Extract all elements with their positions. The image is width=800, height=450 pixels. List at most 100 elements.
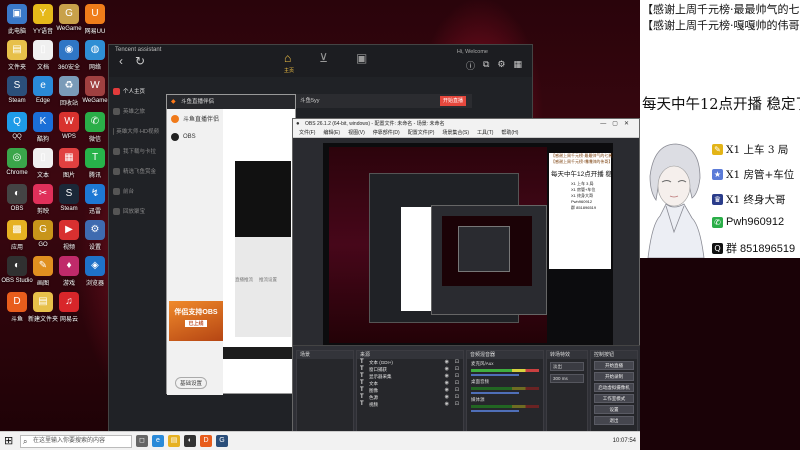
back-arrow-icon[interactable]: ‹: [119, 54, 123, 68]
transition-duration-input[interactable]: 300 ms: [550, 374, 584, 383]
visibility-eye-icon[interactable]: ◉: [445, 401, 449, 408]
download-icon[interactable]: ⊻: [319, 51, 328, 65]
taskbar-app-icon[interactable]: ▤: [168, 435, 180, 447]
desktop-icon[interactable]: ▯ 文本: [30, 148, 56, 182]
lock-icon[interactable]: ⊡: [455, 373, 459, 380]
desktop-icon[interactable]: ♻ 回收站: [56, 76, 82, 110]
obs-menu-item[interactable]: 帮助(H): [501, 129, 518, 137]
taskbar-app-icon[interactable]: D: [200, 435, 212, 447]
desktop-icon[interactable]: Y YY语音: [30, 4, 56, 38]
mixer-channel[interactable]: 媒体源: [467, 395, 543, 413]
desktop-icon[interactable]: ◈ 浏览器: [82, 256, 108, 290]
desktop-icon[interactable]: e Edge: [30, 76, 56, 110]
home-icon[interactable]: ⌂: [284, 51, 291, 65]
source-row[interactable]: T 视频 ◉ ⊡: [357, 401, 463, 408]
desktop-icon[interactable]: ▩ 应用: [4, 220, 30, 254]
volume-slider[interactable]: [471, 410, 519, 412]
taskbar-app-icon[interactable]: ◐: [184, 435, 196, 447]
start-live-button[interactable]: 开始直播: [439, 96, 466, 106]
audio-mixer-dock[interactable]: 音频混音器 麦克风/Aux 桌面音频 媒体源: [466, 350, 544, 432]
source-row[interactable]: T 文本 ◉ ⊡: [357, 380, 463, 387]
obs-menu-item[interactable]: 场景集合(S): [442, 129, 469, 137]
desktop-icon[interactable]: U 网易UU: [82, 4, 108, 38]
desktop-icon[interactable]: S Steam: [4, 76, 30, 110]
lock-icon[interactable]: ⊡: [455, 394, 459, 401]
desktop-icon[interactable]: ◐ OBS Studio: [1, 256, 33, 290]
tencent-sidebar-item[interactable]: 精选飞鱼赏金: [109, 161, 163, 181]
window-controls[interactable]: —▢✕: [600, 119, 635, 129]
desktop-icon[interactable]: Q QQ: [4, 112, 30, 146]
volume-slider[interactable]: [471, 392, 519, 394]
tencent-sidebar-item[interactable]: 个人主页: [109, 81, 163, 101]
desktop-icon[interactable]: W WeGame: [82, 76, 108, 110]
obs-menu-item[interactable]: 停靠部件(D): [373, 129, 400, 137]
desktop-icon[interactable]: ♫ 网易云: [56, 292, 82, 326]
obs-window[interactable]: OBS 26.1.2 (64-bit, windows) - 配置文件: 未命名…: [292, 118, 641, 441]
desktop-icon[interactable]: ✆ 微信: [82, 112, 108, 146]
visibility-eye-icon[interactable]: ◉: [445, 366, 449, 373]
settings-icon[interactable]: ⚙: [497, 59, 505, 72]
transitions-dock[interactable]: 转场特效 淡出 300 ms: [546, 350, 588, 432]
basic-settings-button[interactable]: 基础设置: [175, 377, 208, 389]
lock-icon[interactable]: ⊡: [455, 359, 459, 366]
source-row[interactable]: T 文本 (GDI+) ◉ ⊡: [357, 359, 463, 366]
tencent-sidebar-item[interactable]: 回放聚宝: [109, 201, 163, 221]
lock-icon[interactable]: ⊡: [455, 366, 459, 373]
taskbar-search-input[interactable]: 在这里输入你要搜索的内容: [20, 434, 132, 448]
push-link[interactable]: 直播推流: [235, 277, 253, 283]
controls-dock[interactable]: 控制按钮 开始直播 开始录制 启动虚拟摄像机 工作室模式 设置 退出: [590, 350, 638, 432]
desktop-icon[interactable]: G GO: [30, 220, 56, 254]
obs-control-button[interactable]: 退出: [594, 416, 634, 425]
desktop-icon[interactable]: W WPS: [56, 112, 82, 146]
desktop-icon[interactable]: ▤ 新建文件夹: [28, 292, 58, 326]
obs-control-button[interactable]: 开始录制: [594, 372, 634, 381]
source-row[interactable]: T 显示器采集 ◉ ⊡: [357, 373, 463, 380]
desktop-icon[interactable]: ▣ 此电脑: [4, 4, 30, 38]
lock-icon[interactable]: ⊡: [455, 387, 459, 394]
lock-icon[interactable]: ⊡: [455, 401, 459, 408]
obs-menu-item[interactable]: 视图(V): [348, 129, 365, 137]
obs-menu-item[interactable]: 工具(T): [477, 129, 493, 137]
desktop-icon[interactable]: ▯ 文档: [30, 40, 56, 74]
transition-type-select[interactable]: 淡出: [550, 362, 584, 371]
sources-dock[interactable]: 来源 T 文本 (GDI+) ◉ ⊡ T 窗口捕获 ◉ ⊡ T 显示器采集 ◉ ⊡ T 文本 ◉ ⊡ T 图像 ◉ ⊡…: [356, 350, 464, 432]
desktop-icon[interactable]: ✎ 画图: [30, 256, 56, 290]
taskbar-clock[interactable]: 10:07:54: [613, 438, 636, 444]
desktop-icon[interactable]: ▶ 视频: [56, 220, 82, 254]
douyu-assistant-window[interactable]: 斗鱼直播伴侣 斗鱼直播伴侣 OBS 直播推流 推流设置 伴侣支持OBS 已上线 …: [166, 94, 297, 395]
scenes-dock[interactable]: 场景: [296, 350, 354, 432]
taskbar-app-icon[interactable]: e: [152, 435, 164, 447]
source-row[interactable]: T 图像 ◉ ⊡: [357, 387, 463, 394]
desktop-icon[interactable]: ✂ 剪映: [30, 184, 56, 218]
obs-control-button[interactable]: 设置: [594, 405, 634, 414]
desktop-icon[interactable]: K 酷狗: [30, 112, 56, 146]
obs-control-button[interactable]: 开始直播: [594, 361, 634, 370]
visibility-eye-icon[interactable]: ◉: [445, 380, 449, 387]
desktop-icon[interactable]: ⚙ 设置: [82, 220, 108, 254]
desktop-icon[interactable]: ↯ 迅雷: [82, 184, 108, 218]
visibility-eye-icon[interactable]: ◉: [445, 373, 449, 380]
visibility-eye-icon[interactable]: ◉: [445, 394, 449, 401]
lock-icon[interactable]: ⊡: [455, 380, 459, 387]
mixer-channel[interactable]: 麦克风/Aux: [467, 359, 543, 377]
desktop-icon[interactable]: ♦ 游戏: [56, 256, 82, 290]
info-icon[interactable]: ⓘ: [466, 59, 475, 72]
puzzle-icon[interactable]: ⧉: [483, 59, 489, 72]
volume-slider[interactable]: [471, 374, 519, 376]
tencent-sidebar-item[interactable]: 我下载与卡拉: [109, 141, 163, 161]
source-row[interactable]: T 色源 ◉ ⊡: [357, 394, 463, 401]
refresh-icon[interactable]: ↻: [135, 54, 145, 68]
desktop-icon[interactable]: S Steam: [56, 184, 82, 218]
douyu-nav-item-obs[interactable]: OBS: [167, 128, 223, 146]
douyu-nav-item-assistant[interactable]: 斗鱼直播伴侣: [167, 109, 223, 128]
tencent-sidebar-item[interactable]: 前台: [109, 181, 163, 201]
windows-start-icon[interactable]: ⊞: [4, 435, 16, 447]
desktop-icon[interactable]: ◉ 360安全: [56, 40, 82, 74]
desktop-icon[interactable]: ◍ 网络: [82, 40, 108, 74]
obs-control-button[interactable]: 启动虚拟摄像机: [594, 383, 634, 392]
obs-menu-item[interactable]: 配置文件(P): [408, 129, 435, 137]
obs-support-banner[interactable]: 伴侣支持OBS 已上线: [169, 301, 223, 341]
tencent-sidebar-item[interactable]: 英雄大师·HD视频: [109, 121, 163, 141]
obs-control-button[interactable]: 工作室模式: [594, 394, 634, 403]
video-icon[interactable]: ▣: [356, 51, 367, 65]
